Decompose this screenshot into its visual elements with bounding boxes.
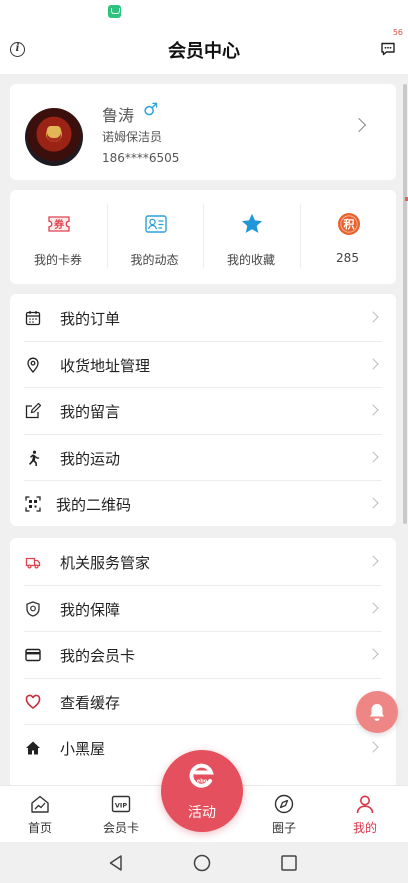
menu-item-address[interactable]: 收货地址管理	[10, 340, 396, 388]
quick-actions: 券 我的卡券 我的动态 我的收藏 积 285	[10, 190, 396, 284]
menu-item-label: 我的运动	[60, 449, 121, 468]
tab-label: 首页	[27, 821, 52, 835]
menu-item-protection[interactable]: 我的保障	[10, 584, 396, 632]
page-title: 会员中心	[168, 41, 240, 62]
chevron-right-icon	[367, 555, 379, 567]
status-bar	[0, 0, 408, 26]
chevron-right-icon	[367, 741, 379, 753]
points-value: 285	[336, 251, 359, 265]
chevron-right-icon	[367, 450, 379, 463]
edit-icon	[25, 403, 41, 419]
quick-action-label: 我的动态	[130, 253, 179, 267]
tab-member-card[interactable]: VIP 会员卡	[86, 786, 156, 843]
qr-code-icon	[25, 496, 41, 512]
menu-item-label: 机关服务管家	[60, 554, 151, 572]
menu-item-label: 小黑屋	[60, 740, 106, 758]
profile-card[interactable]: 鲁涛 ♂ 诺姆保洁员 186****6505	[10, 84, 396, 180]
vip-icon: VIP	[111, 795, 131, 813]
bell-icon	[370, 704, 384, 721]
user-role: 诺姆保洁员	[102, 130, 163, 144]
chevron-right-icon	[367, 404, 379, 416]
menu-item-service-butler[interactable]: 机关服务管家	[10, 538, 396, 585]
title-bar: i 会员中心 56	[0, 26, 408, 74]
menu-item-qr-code[interactable]: 我的二维码	[10, 480, 396, 527]
quick-action-coupons[interactable]: 券 我的卡券	[10, 190, 106, 284]
running-icon	[29, 450, 40, 466]
ebo-logo-text: ebo	[197, 779, 208, 785]
quick-action-label: 我的卡券	[33, 253, 82, 267]
chevron-right-icon	[367, 601, 379, 614]
heart-icon	[25, 694, 41, 709]
menu-item-label: 我的会员卡	[60, 647, 136, 665]
points-icon: 积	[337, 213, 360, 235]
menu-item-orders[interactable]: 我的订单	[10, 294, 396, 341]
tab-label: 会员卡	[102, 821, 139, 835]
home-button-icon[interactable]	[193, 854, 211, 872]
message-badge: 56	[392, 28, 403, 37]
menu-item-label: 我的保障	[60, 600, 121, 619]
activity-center-button[interactable]: ebo 活动	[161, 750, 243, 832]
chevron-right-icon	[367, 648, 379, 660]
user-name: 鲁涛	[102, 106, 135, 125]
svg-text:积: 积	[343, 217, 354, 231]
star-icon	[241, 213, 263, 233]
tab-circle[interactable]: 圈子	[249, 786, 319, 843]
male-gender-icon: ♂	[143, 100, 159, 120]
avatar[interactable]	[25, 108, 83, 166]
svg-text:券: 券	[53, 218, 65, 231]
shield-icon	[26, 600, 40, 617]
svg-text:VIP: VIP	[115, 802, 127, 810]
quick-action-points[interactable]: 积 285	[299, 190, 396, 284]
menu-item-sports[interactable]: 我的运动	[10, 433, 396, 481]
tab-label: 我的	[352, 821, 377, 835]
chevron-right-icon	[367, 357, 379, 370]
back-icon[interactable]	[107, 854, 125, 872]
menu-item-cache[interactable]: 查看缓存	[10, 677, 396, 725]
ebo-logo-icon: ebo	[189, 763, 214, 788]
quick-action-label: 我的收藏	[226, 253, 275, 267]
menu-item-messages[interactable]: 我的留言	[10, 387, 396, 434]
location-icon	[27, 357, 39, 373]
menu-item-label: 我的留言	[60, 403, 121, 421]
recents-icon[interactable]	[280, 854, 298, 872]
message-icon[interactable]	[380, 41, 396, 57]
chevron-right-icon	[367, 497, 379, 509]
quick-action-activity[interactable]: 我的动态	[106, 190, 203, 284]
user-icon	[356, 795, 374, 814]
menu-item-member-card[interactable]: 我的会员卡	[10, 631, 396, 678]
mi-home-icon	[108, 5, 121, 18]
service-truck-icon	[25, 557, 41, 569]
tab-mine[interactable]: 我的	[330, 786, 400, 843]
home-chart-icon	[31, 795, 49, 813]
menu-item-label: 收货地址管理	[60, 356, 151, 375]
menu-item-label: 我的二维码	[56, 496, 132, 514]
floating-bell-button[interactable]	[356, 691, 398, 733]
chevron-right-icon	[351, 117, 367, 133]
calendar-icon	[25, 311, 41, 326]
scrollbar[interactable]	[403, 84, 407, 524]
card-icon	[25, 648, 41, 662]
tab-home[interactable]: 首页	[5, 786, 75, 843]
menu-item-label: 查看缓存	[60, 693, 121, 712]
system-nav-bar	[0, 842, 408, 883]
home-icon	[26, 741, 40, 755]
chevron-right-icon	[367, 311, 379, 323]
tab-label: 圈子	[271, 821, 296, 835]
profile-card-icon	[144, 215, 167, 233]
activity-label: 活动	[188, 805, 216, 821]
menu-group-account: 我的订单 收货地址管理 我的留言 我的运动 我的二维码	[10, 294, 396, 526]
menu-item-label: 我的订单	[60, 310, 121, 328]
coupon-icon: 券	[48, 216, 70, 232]
compass-icon	[274, 794, 294, 814]
user-phone: 186****6505	[102, 151, 180, 165]
quick-action-favorites[interactable]: 我的收藏	[203, 190, 299, 284]
